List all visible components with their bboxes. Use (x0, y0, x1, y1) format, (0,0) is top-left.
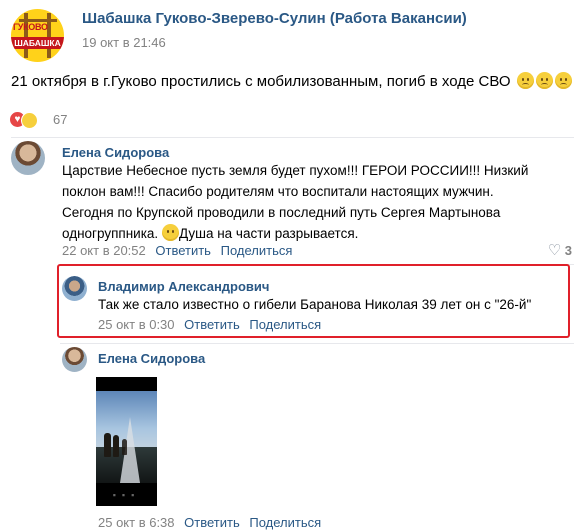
grinning-emoji-icon (161, 224, 179, 241)
post-text: 21 октября в г.Гуково простились с мобил… (11, 72, 572, 90)
comment-author-link[interactable]: Владимир Александрович (98, 279, 269, 294)
post-date[interactable]: 19 окт в 21:46 (82, 35, 166, 50)
post-text-content: 21 октября в г.Гуково простились с мобил… (11, 73, 511, 90)
reply-button[interactable]: Ответить (184, 515, 240, 530)
comment-avatar[interactable] (62, 347, 87, 372)
sad-emoji-icon (535, 72, 553, 89)
sad-emoji-icon (554, 72, 572, 89)
sad-emoji-icon (516, 72, 534, 89)
sad-reaction-icon (21, 112, 38, 129)
photo-controls-icon: ▪▪▪ (112, 490, 141, 500)
share-button[interactable]: Поделиться (249, 515, 321, 530)
comment-line: одногруппника. (62, 226, 159, 241)
comment-line: Царствие Небесное пусть земля будет пухо… (62, 163, 529, 178)
comment-text: Царствие Небесное пусть земля будет пухо… (62, 160, 528, 244)
comment-line: Душа на части разрывается. (178, 226, 359, 241)
group-avatar[interactable]: ГУКОВО ШАБАШКА (11, 9, 64, 62)
logo-text-top: ГУКОВО (13, 22, 48, 32)
comment-date[interactable]: 25 окт в 0:30 (98, 317, 175, 332)
photo-figure (113, 435, 119, 457)
comment-meta: 25 окт в 0:30 Ответить Поделиться (98, 317, 321, 332)
comment-line: поклон вам!!! Спасибо родителям что восп… (62, 184, 494, 199)
comment-author-link[interactable]: Елена Сидорова (98, 351, 205, 366)
share-button[interactable]: Поделиться (221, 243, 293, 258)
comment-text: Так же стало известно о гибели Баранова … (98, 297, 532, 312)
comment-avatar[interactable] (62, 276, 87, 301)
comment-date[interactable]: 22 окт в 20:52 (62, 243, 146, 258)
group-name-link[interactable]: Шабашка Гуково-Зверево-Сулин (Работа Вак… (82, 10, 467, 27)
reply-button[interactable]: Ответить (155, 243, 211, 258)
like-button[interactable]: ♡ 3 (548, 241, 572, 259)
comment-line: Сегодня по Крупской проводили в последни… (62, 205, 501, 220)
reaction-count: 67 (53, 112, 68, 127)
logo-text-bottom: ШАБАШКА (11, 37, 64, 49)
comment-photo[interactable]: ▪▪▪ (96, 377, 157, 506)
heart-outline-icon: ♡ (547, 242, 562, 259)
share-button[interactable]: Поделиться (249, 317, 321, 332)
comment-meta: 25 окт в 6:38 Ответить Поделиться (98, 515, 321, 530)
reply-button[interactable]: Ответить (184, 317, 240, 332)
comment-date[interactable]: 25 окт в 6:38 (98, 515, 175, 530)
comment-meta: 22 окт в 20:52 Ответить Поделиться (62, 243, 292, 258)
comment-author-link[interactable]: Елена Сидорова (62, 145, 169, 160)
photo-figure (104, 433, 111, 457)
like-count: 3 (564, 243, 572, 258)
photo-figure (122, 439, 127, 455)
divider (11, 137, 574, 138)
divider (60, 343, 574, 344)
comment-avatar[interactable] (11, 141, 45, 175)
